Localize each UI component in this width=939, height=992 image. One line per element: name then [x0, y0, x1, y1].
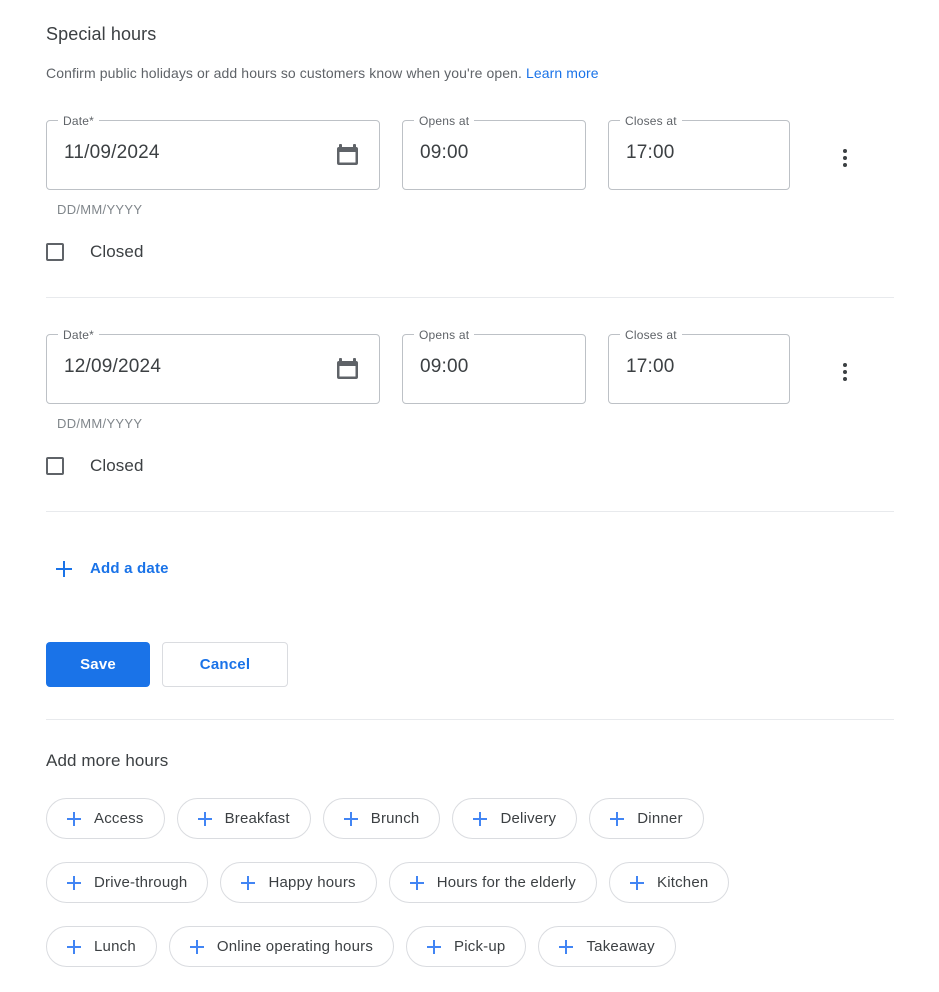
chip-row: Drive-through Happy hours Hours for the …: [46, 862, 906, 903]
chip-label: Hours for the elderly: [436, 874, 576, 891]
chip-breakfast[interactable]: Breakfast: [176, 798, 311, 839]
plus-icon: [559, 939, 574, 954]
plus-icon: [67, 811, 81, 826]
chip-label: Breakfast: [224, 810, 290, 827]
date-format-helper-2: DD/MM/YYYY: [57, 416, 143, 431]
plus-icon: [197, 811, 212, 826]
plus-icon: [56, 560, 72, 577]
chip-label: Delivery: [500, 810, 557, 827]
date-format-helper-1: DD/MM/YYYY: [57, 202, 143, 217]
closes-at-value-2: 17:00: [626, 356, 675, 377]
plus-icon: [67, 939, 81, 954]
opens-at-label-2: Opens at: [414, 327, 475, 343]
more-options-icon[interactable]: [833, 360, 857, 384]
plus-icon: [610, 811, 625, 826]
chip-takeaway[interactable]: Takeaway: [538, 926, 676, 967]
plus-icon: [67, 875, 81, 890]
calendar-icon[interactable]: [336, 143, 359, 167]
chip-lunch[interactable]: Lunch: [46, 926, 157, 967]
closed-checkbox-1[interactable]: [46, 243, 64, 261]
chip-kitchen[interactable]: Kitchen: [609, 862, 730, 903]
date-field-value-1: 11/09/2024: [64, 142, 160, 163]
chip-access[interactable]: Access: [46, 798, 165, 839]
chip-pick-up[interactable]: Pick-up: [406, 926, 527, 967]
chip-label: Online operating hours: [216, 938, 374, 955]
chip-happy-hours[interactable]: Happy hours: [220, 862, 377, 903]
add-a-date-label: Add a date: [90, 560, 169, 577]
closes-at-field-1[interactable]: Closes at 17:00: [608, 113, 790, 190]
chip-row: Access Breakfast Brunch Delivery Dinner: [46, 798, 906, 839]
plus-icon: [189, 939, 204, 954]
closed-label-1: Closed: [90, 242, 144, 261]
opens-at-field-1[interactable]: Opens at 09:00: [402, 113, 586, 190]
chip-delivery[interactable]: Delivery: [452, 798, 578, 839]
save-button[interactable]: Save: [46, 642, 150, 687]
kebab-dot: [843, 156, 847, 160]
cancel-button[interactable]: Cancel: [162, 642, 288, 687]
more-options-icon[interactable]: [833, 146, 857, 170]
row-divider-1: [46, 297, 894, 298]
kebab-dot: [843, 163, 847, 167]
plus-icon: [343, 811, 358, 826]
kebab-dot: [843, 149, 847, 153]
opens-at-value-2: 09:00: [420, 356, 469, 377]
closes-at-field-2[interactable]: Closes at 17:00: [608, 327, 790, 404]
date-field-2[interactable]: Date* 12/09/2024: [46, 327, 380, 404]
closed-checkbox-2[interactable]: [46, 457, 64, 475]
opens-at-label-1: Opens at: [414, 113, 475, 129]
plus-icon: [427, 939, 442, 954]
page-description: Confirm public holidays or add hours so …: [46, 63, 599, 83]
chip-label: Access: [94, 810, 144, 827]
calendar-icon[interactable]: [336, 357, 359, 381]
plus-icon: [630, 875, 644, 890]
kebab-dot: [843, 370, 847, 374]
chip-hours-for-the-elderly[interactable]: Hours for the elderly: [388, 862, 597, 903]
kebab-dot: [843, 363, 847, 367]
chip-label: Lunch: [94, 938, 136, 955]
closed-checkbox-row-2[interactable]: Closed: [46, 454, 144, 478]
chip-label: Dinner: [637, 810, 683, 827]
chip-label: Brunch: [370, 810, 420, 827]
learn-more-link[interactable]: Learn more: [526, 65, 599, 81]
page-title: Special hours: [46, 24, 157, 44]
chip-online-operating-hours[interactable]: Online operating hours: [168, 926, 395, 967]
date-field-label-2: Date*: [58, 327, 100, 343]
add-more-hours-title: Add more hours: [46, 751, 169, 770]
section-divider: [46, 719, 894, 720]
chip-label: Takeaway: [586, 938, 655, 955]
closes-at-value-1: 17:00: [626, 142, 675, 163]
chip-label: Pick-up: [454, 938, 506, 955]
chip-row: Lunch Online operating hours Pick-up Tak…: [46, 926, 906, 967]
add-a-date-button[interactable]: Add a date: [56, 560, 169, 577]
chip-label: Happy hours: [268, 874, 356, 891]
chip-label: Drive-through: [94, 874, 188, 891]
row-divider-2: [46, 511, 894, 512]
opens-at-value-1: 09:00: [420, 142, 469, 163]
plus-icon: [241, 875, 256, 890]
opens-at-field-2[interactable]: Opens at 09:00: [402, 327, 586, 404]
description-text: Confirm public holidays or add hours so …: [46, 65, 523, 81]
closed-checkbox-row-1[interactable]: Closed: [46, 240, 144, 264]
date-field-label-1: Date*: [58, 113, 100, 129]
add-more-hours-chips: Access Breakfast Brunch Delivery Dinner: [46, 798, 906, 990]
plus-icon: [409, 875, 424, 890]
chip-drive-through[interactable]: Drive-through: [46, 862, 209, 903]
date-field-value-2: 12/09/2024: [64, 356, 162, 377]
chip-brunch[interactable]: Brunch: [322, 798, 441, 839]
closes-at-label-2: Closes at: [620, 327, 682, 343]
chip-label: Kitchen: [657, 874, 709, 891]
date-field-1[interactable]: Date* 11/09/2024: [46, 113, 380, 190]
kebab-dot: [843, 377, 847, 381]
closed-label-2: Closed: [90, 456, 144, 475]
closes-at-label-1: Closes at: [620, 113, 682, 129]
plus-icon: [473, 811, 488, 826]
chip-dinner[interactable]: Dinner: [589, 798, 704, 839]
